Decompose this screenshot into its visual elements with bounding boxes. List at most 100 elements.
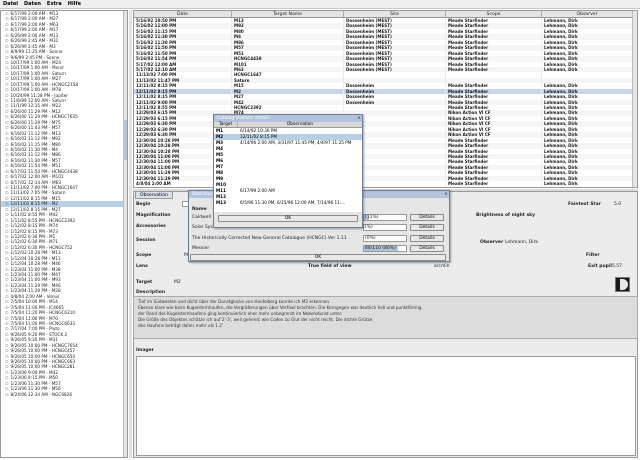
observation-icon: ⊙ — [5, 266, 9, 272]
observation-icon: ⊙ — [5, 386, 9, 392]
catalog-observation: 6/5/96 11:30 PM, 6/15/96 12:00 AM, 7/14/… — [240, 200, 346, 205]
tree-item-label: 6/16/02 11:30 PM - M57 — [10, 157, 61, 163]
tree-item-label: 1/23/04 11:00 PM - M38 — [10, 266, 61, 272]
table-row[interactable]: 7/5/04 10:00 PMM14Meade StarfinderLehman… — [134, 186, 637, 187]
exit-pupil-value: 5.57 — [612, 264, 623, 269]
eyepiece-unit: arcmin — [434, 264, 450, 269]
observation-icon: ⊙ — [5, 223, 9, 229]
observation-icon: ⊙ — [5, 136, 9, 142]
imager-area[interactable] — [136, 356, 636, 456]
observations-table: Date Target Name Site Scope Observer 5/1… — [133, 10, 638, 188]
tree-item-label: 9/26/05 10:00 PM - HCNGC663 — [10, 359, 76, 364]
tree-item-label: 10/17/99 1:00 AM - M24 — [10, 59, 61, 65]
tree-item-label: 6/16/02 11:54 PM - M51 — [10, 163, 61, 169]
details-button[interactable]: Details — [410, 235, 444, 242]
observation-icon: ⊙ — [5, 391, 9, 397]
observation-icon: ⊙ — [5, 70, 9, 76]
tab-observation[interactable]: Observation — [135, 191, 173, 199]
catalog-name: The Historically Corrected New General C… — [192, 236, 347, 241]
observation-icon: ⊙ — [5, 331, 9, 337]
observation-icon: ⊙ — [5, 43, 9, 49]
observation-icon: ⊙ — [5, 272, 9, 277]
tree-item-label: 6/16/02 11:30 PM - M4 — [10, 146, 58, 152]
observation-icon: ⊙ — [5, 320, 9, 326]
observer-value: Lehmann, Dirk — [505, 240, 538, 245]
tree-item-label: 1/23/06 9:15 PM - M50 — [10, 375, 58, 381]
tree-item-label: 9/26/05 10:00 PM - HCNGC7654 — [10, 342, 78, 348]
close-icon[interactable]: × — [356, 115, 362, 122]
tree-item-label: 9/26/05 10:00 PM - HCNGC654 — [10, 353, 76, 359]
vertical-splitter[interactable] — [129, 10, 132, 458]
observation-icon: ⊙ — [5, 261, 9, 267]
menu-bar: Datei Daten Extra Hilfe — [0, 0, 640, 9]
table-header: Date Target Name Site Scope Observer — [134, 11, 637, 18]
observation-icon: ⊙ — [5, 163, 9, 169]
stats-ok-button[interactable]: OK — [190, 254, 446, 261]
observation-icon: ⊙ — [5, 217, 9, 223]
tree-item-label: 7/5/04 10:00 PM - M14 — [10, 299, 58, 305]
tree-item-label: 9/6/99 2:45 PM - Sonne — [10, 54, 60, 60]
column-observer[interactable]: Observer — [542, 11, 633, 17]
catalog-ok-button[interactable]: OK — [218, 215, 358, 222]
accessories-label: Accessories — [136, 224, 166, 229]
tree-item[interactable]: ⊙ 8/24/06 12:34 AM - NGC6826 — [1, 392, 127, 397]
observation-icon: ⊙ — [5, 65, 9, 71]
target-label: Target — [136, 280, 153, 285]
close-icon[interactable]: × — [443, 191, 449, 198]
stats-name-label: Name — [192, 207, 207, 212]
observation-icon: ⊙ — [5, 369, 9, 375]
details-button[interactable]: Details — [410, 245, 444, 252]
observation-icon: ⊙ — [5, 304, 9, 310]
tree-item-label: 1/23/04 11:29 PM - M46 — [10, 282, 61, 288]
tab-label: Observation — [140, 193, 168, 198]
menu-file[interactable]: Datei — [3, 1, 18, 7]
tree-item-label: 1/12/04 10:28 PM - M11 — [10, 255, 61, 261]
tree-item-label: 10/17/99 1:00 AM - M27 — [10, 76, 61, 82]
observation-tree[interactable]: ⊙ 6/17/99 2:00 AM - M13 ⊙ 6/17/99 2:00 AM -… — [0, 10, 128, 458]
observation-icon: ⊙ — [5, 190, 9, 196]
tree-item-label: 11/13/02 7:05 PM - Saturn — [10, 190, 66, 196]
menu-help[interactable]: Hilfe — [68, 1, 81, 7]
tree-scrollbar-thumb[interactable] — [123, 120, 127, 160]
catalog-percent: (11%) — [365, 215, 379, 220]
tree-item-label: 1/11/02 8:55 PM - HCNGC2392 — [10, 217, 76, 223]
column-scope[interactable]: Scope — [446, 11, 542, 17]
catalog-column-target[interactable]: Target — [214, 122, 238, 127]
tree-item-label: 6/17/99 2:00 AM - M13 — [10, 11, 59, 16]
column-date[interactable]: Date — [134, 11, 232, 17]
catalog-dialog-titlebar[interactable]: Catalog statistic details × — [214, 115, 362, 122]
tree-item-label: 10/17/99 1:00 AM - M78 — [10, 87, 61, 93]
observation-icon: ⊙ — [5, 16, 9, 22]
table-scrollbar[interactable] — [632, 11, 637, 187]
tree-item-label: 1/12/02 6:30 PM - HCNGC752 — [10, 244, 73, 250]
imager-label: Imager — [136, 348, 154, 353]
cell-scope: Meade Starfinder — [446, 186, 542, 187]
observation-icon: ⊙ — [5, 157, 9, 163]
observation-icon: ⊙ — [5, 92, 9, 98]
tree-item-label: 6/17/02 12:14 AM - M63 — [10, 179, 61, 185]
observation-icon: ⊙ — [5, 299, 9, 305]
observation-icon: ⊙ — [5, 195, 9, 201]
column-site[interactable]: Site — [344, 11, 446, 17]
catalog-target: M13 — [216, 200, 226, 205]
observation-icon: ⊙ — [5, 152, 9, 158]
catalog-column-observation[interactable]: Observation — [238, 122, 362, 127]
observation-icon: ⊙ — [5, 250, 9, 256]
tree-item-label: 8/24/06 12:34 AM - NGC6826 — [10, 391, 72, 397]
details-button[interactable]: Details — [410, 224, 444, 231]
tree-item-label: 6/16/02 11:12 PM - M86 — [10, 152, 61, 158]
column-target[interactable]: Target Name — [232, 11, 344, 17]
observation-icon: ⊙ — [5, 168, 9, 174]
tree-item-label: 10/17/99 1:00 AM - Saturn — [10, 70, 66, 76]
tree-scrollbar[interactable] — [123, 11, 127, 457]
menu-extra[interactable]: Extra — [47, 1, 62, 7]
observation-icon: ⊙ — [5, 348, 9, 354]
description-box[interactable]: Tief im Südwesten und dicht über der Dun… — [133, 296, 638, 339]
menu-data[interactable]: Daten — [24, 1, 41, 7]
description-line: des Haufens beträgt daher mehr als 1.2' — [138, 323, 224, 328]
details-button[interactable]: Details — [410, 214, 444, 221]
tree-item-label: 7/5/04 11:20 PM - HCNGC6210 — [10, 310, 76, 316]
catalog-row[interactable]: M13 6/5/96 11:30 PM, 6/15/96 12:00 AM, 7/… — [214, 200, 362, 206]
tree-item-label: 7/5/04 11:00 PM - IC4665 — [10, 304, 64, 310]
catalog-table-body: M1 6/14/92 10:30 PM M2 12/11/02 8:15 PM M3 4/… — [214, 128, 362, 212]
